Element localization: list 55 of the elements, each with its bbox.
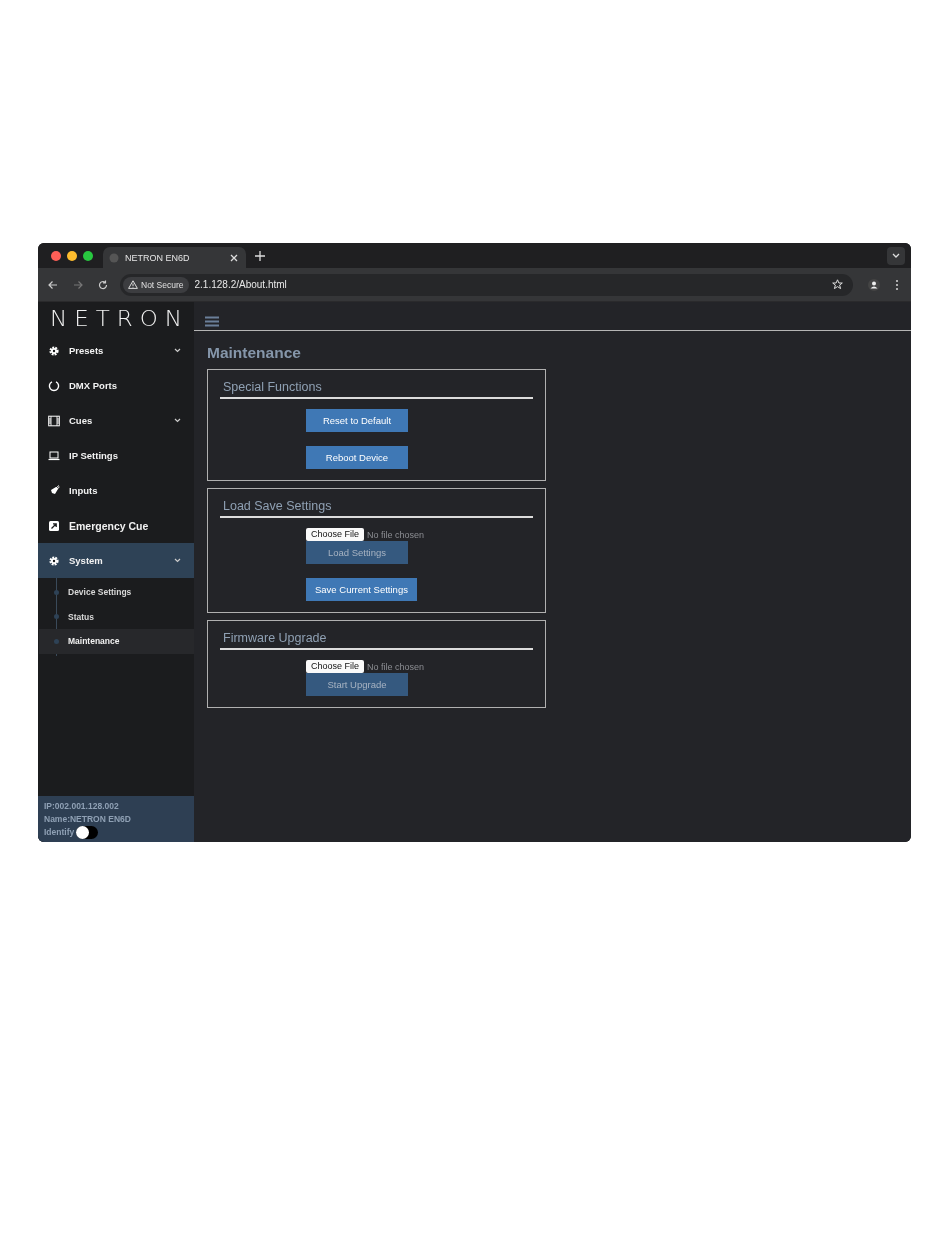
security-label: Not Secure <box>141 279 184 290</box>
laptop-icon <box>48 449 60 462</box>
back-icon[interactable] <box>48 279 58 290</box>
sidebar-item[interactable]: Inputs <box>38 473 194 508</box>
section-title: Special Functions <box>222 380 323 396</box>
new-tab-icon[interactable] <box>255 250 265 261</box>
window-control-icon[interactable] <box>51 250 61 261</box>
tab-menu-button[interactable] <box>887 246 905 265</box>
identify-toggle[interactable] <box>76 826 99 839</box>
url-text: 2.1.128.2/About.html <box>194 279 287 290</box>
window-control-icon[interactable] <box>67 250 77 261</box>
ip-address: IP:002.001.128.002 <box>44 800 120 813</box>
window-control-icon[interactable] <box>83 250 93 261</box>
submenu-item[interactable]: Status <box>39 604 194 629</box>
profile-icon[interactable] <box>868 278 880 291</box>
more-icon[interactable] <box>895 278 899 291</box>
choose-file-button[interactable]: Choose File <box>306 528 365 541</box>
section-title: Firmware Upgrade <box>222 631 328 647</box>
action-button[interactable]: Reboot Device <box>306 446 408 469</box>
page-title: Maintenance <box>207 344 302 363</box>
logo-text: NETRON <box>49 305 190 330</box>
file-status: No file chosen <box>367 661 425 672</box>
file-status: No file chosen <box>367 529 425 540</box>
globe-icon <box>109 252 119 263</box>
action-button[interactable]: Save Current Settings <box>306 578 417 601</box>
reload-icon[interactable] <box>98 279 108 290</box>
menu-icon[interactable] <box>205 316 219 327</box>
film-icon <box>48 414 60 427</box>
ring-icon <box>48 379 60 392</box>
star-icon[interactable] <box>832 279 843 290</box>
forward-icon[interactable] <box>73 279 83 290</box>
sidebar-item[interactable]: Cues <box>38 403 194 438</box>
chevron-down-icon <box>892 252 900 259</box>
sidebar-item[interactable]: System <box>38 543 194 578</box>
gear-icon <box>48 344 60 357</box>
action-button[interactable]: Reset to Default <box>306 409 408 432</box>
gear-icon <box>48 554 60 567</box>
sidebar-item[interactable]: DMX Ports <box>38 368 194 403</box>
plug-icon <box>48 484 60 497</box>
arrow-square-icon <box>48 519 60 532</box>
security-chip[interactable]: Not Secure <box>123 276 189 293</box>
tab-title: NETRON EN6D <box>125 252 191 263</box>
browser-tab[interactable]: NETRON EN6D <box>103 247 246 268</box>
submenu-item[interactable]: Maintenance <box>39 629 194 654</box>
warning-icon <box>128 280 138 289</box>
identify-label: Identify <box>44 826 75 839</box>
device-name: Name:NETRON EN6D <box>44 813 132 826</box>
sidebar-item[interactable]: Emergency Cue <box>38 508 194 543</box>
submenu-item[interactable]: Device Settings <box>39 580 194 605</box>
sidebar-item[interactable]: Presets <box>38 333 194 368</box>
section-title: Load Save Settings <box>222 499 333 515</box>
choose-file-button[interactable]: Choose File <box>306 660 365 673</box>
close-icon[interactable] <box>230 253 238 262</box>
sidebar-item[interactable]: IP Settings <box>38 438 194 473</box>
address-bar[interactable]: Not Secure 2.1.128.2/About.html <box>120 273 853 296</box>
